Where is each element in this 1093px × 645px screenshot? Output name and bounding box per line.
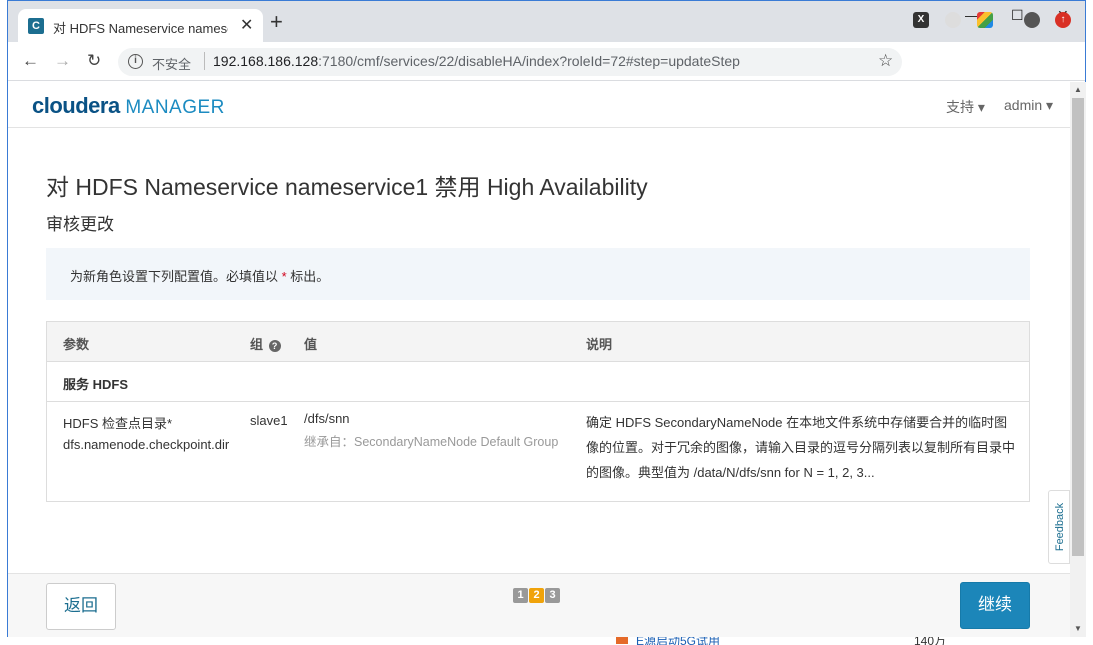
page-scrollbar[interactable]: ▲ ▼: [1070, 82, 1086, 637]
scroll-up-icon[interactable]: ▲: [1074, 85, 1082, 94]
update-icon[interactable]: ↑: [1055, 12, 1071, 28]
header-desc: 说明: [586, 337, 613, 352]
notice-box: 为新角色设置下列配置值。必填值以 * 标出。: [46, 248, 1030, 300]
cloudera-page: cloudera MANAGER 支持 ▾ admin ▾ 对 HDFS Nam…: [8, 82, 1070, 637]
scroll-thumb[interactable]: [1072, 98, 1084, 556]
cm-header: cloudera MANAGER 支持 ▾ admin ▾: [8, 82, 1070, 128]
background-page-bottom: E源启动5G试用 140万: [600, 636, 1093, 645]
param-name-text: HDFS 检查点目录: [63, 416, 168, 431]
param-inherited: 继承自：SecondaryNameNode Default Group: [304, 435, 559, 449]
feedback-label: Feedback: [1054, 502, 1066, 552]
header-value: 值: [304, 337, 318, 352]
step-indicator: 123: [513, 585, 561, 603]
param-description: 确定 HDFS SecondaryNameNode 在本地文件系统中存储要合并的…: [586, 415, 1016, 480]
param-group: slave1: [250, 413, 288, 428]
notice-suffix: 标出。: [286, 269, 330, 284]
forward-arrow-icon[interactable]: →: [54, 51, 71, 71]
cloudera-favicon-icon: C: [28, 18, 44, 34]
tab-close-icon[interactable]: ✕: [240, 15, 253, 35]
browser-toolbar: ← → ↻ i 不安全 192.168.186.128:7180/cmf/ser…: [8, 42, 1085, 81]
step-3: 3: [545, 588, 560, 603]
bookmark-star-icon[interactable]: ☆: [878, 51, 893, 71]
background-link[interactable]: E源启动5G试用: [636, 636, 720, 645]
cloudera-manager-logo[interactable]: cloudera MANAGER: [32, 93, 225, 119]
help-icon[interactable]: ?: [268, 340, 281, 352]
support-menu[interactable]: 支持 ▾: [946, 97, 985, 117]
browser-window: C 对 HDFS Nameservice namese ✕ + — ☐ ✕ ← …: [7, 0, 1086, 637]
section-row: 服务 HDFS: [47, 362, 1029, 402]
param-name: HDFS 检查点目录*: [63, 413, 172, 432]
info-icon[interactable]: i: [128, 54, 143, 69]
address-bar[interactable]: i 不安全 192.168.186.128:7180/cmf/services/…: [118, 48, 902, 76]
param-required-star: *: [167, 416, 173, 431]
url-text[interactable]: 192.168.186.128:7180/cmf/services/22/dis…: [213, 53, 740, 69]
section-label: 服务 HDFS: [63, 377, 129, 392]
background-count: 140万: [914, 636, 947, 645]
notice-prefix: 为新角色设置下列配置值。必填值以: [70, 269, 282, 284]
extension-circle-icon[interactable]: [945, 12, 961, 28]
page-subtitle: 审核更改: [46, 215, 114, 234]
extension-color-icon[interactable]: [977, 12, 993, 28]
step-2: 2: [529, 588, 544, 603]
maximize-button[interactable]: ☐: [1011, 7, 1024, 24]
scroll-down-icon[interactable]: ▼: [1074, 624, 1082, 633]
security-label: 不安全: [152, 57, 192, 72]
user-menu[interactable]: admin ▾: [1004, 97, 1053, 114]
param-key: dfs.namenode.checkpoint.dir: [63, 437, 230, 452]
header-group: 组 ?: [250, 334, 281, 353]
table-header: 参数 组 ? 值 说明: [47, 322, 1029, 362]
notice-text: 为新角色设置下列配置值。必填值以 * 标出。: [70, 266, 329, 285]
logo-main: cloudera: [32, 93, 120, 118]
page-title: 对 HDFS Nameservice nameservice1 禁用 High …: [46, 174, 648, 200]
step-1: 1: [513, 588, 528, 603]
header-param: 参数: [63, 337, 90, 352]
extension-x-icon[interactable]: X: [913, 12, 929, 28]
new-tab-button[interactable]: +: [270, 11, 283, 33]
config-table: 参数 组 ? 值 说明 服务 HDFS HDFS 检查点目录* dfs.name…: [46, 321, 1030, 502]
profile-avatar-icon[interactable]: [1024, 12, 1040, 28]
url-separator: [204, 52, 205, 70]
tab-title: 对 HDFS Nameservice namese: [53, 21, 228, 36]
param-value[interactable]: /dfs/snn: [304, 411, 350, 426]
wizard-footer: 返回 123 继续: [8, 573, 1070, 637]
browser-tab[interactable]: C 对 HDFS Nameservice namese ✕: [18, 9, 263, 42]
back-button[interactable]: 返回: [46, 583, 116, 630]
feedback-tab[interactable]: Feedback: [1048, 490, 1070, 564]
background-badge: [616, 636, 628, 644]
back-arrow-icon[interactable]: ←: [22, 51, 39, 71]
header-group-label: 组: [250, 337, 264, 352]
url-path: :7180/cmf/services/22/disableHA/index?ro…: [318, 53, 740, 69]
url-host: 192.168.186.128: [213, 53, 319, 69]
continue-button[interactable]: 继续: [960, 582, 1030, 629]
logo-sub: MANAGER: [125, 97, 225, 118]
reload-icon[interactable]: ↻: [87, 51, 101, 71]
